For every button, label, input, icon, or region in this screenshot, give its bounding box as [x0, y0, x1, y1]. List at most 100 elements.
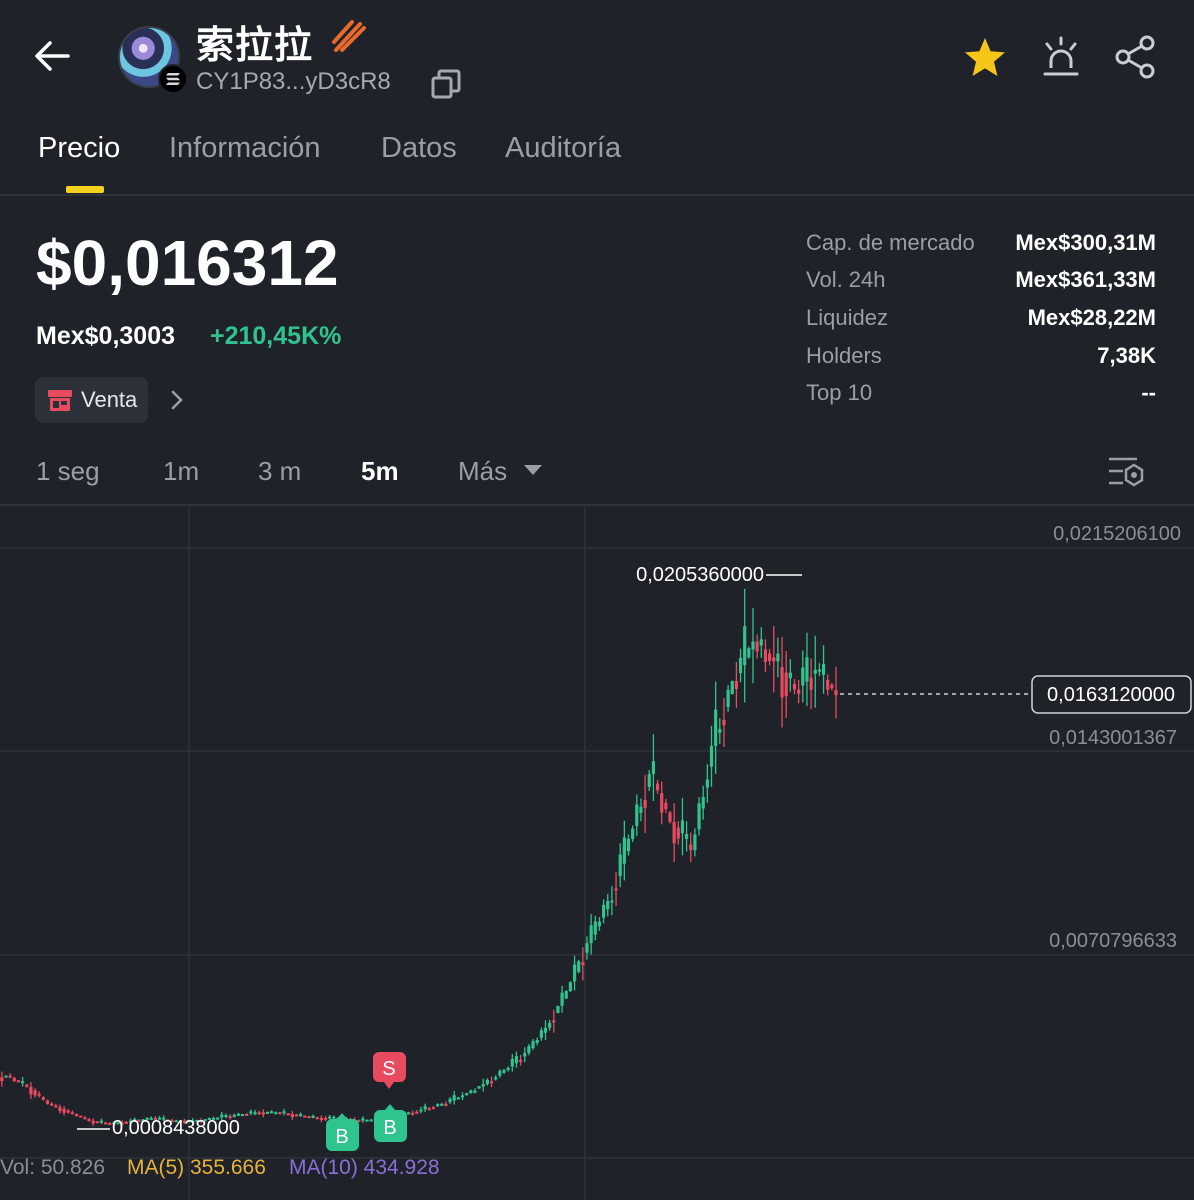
candle-body	[610, 900, 614, 903]
candle-body	[50, 1103, 54, 1106]
candle-body	[41, 1097, 45, 1100]
share-icon[interactable]	[1110, 32, 1160, 82]
back-button[interactable]	[26, 30, 78, 82]
candle-body	[593, 921, 597, 935]
candle-body	[768, 653, 772, 661]
volume-legend-ma10: MA(10) 434.928	[289, 1156, 440, 1179]
candle-body	[270, 1111, 274, 1114]
candle-body	[776, 653, 780, 662]
candle-body	[294, 1114, 299, 1117]
tab-informacion[interactable]: Información	[169, 132, 321, 165]
stat-value-liquidity: Mex$28,22M	[1027, 305, 1156, 330]
sell-button[interactable]: Venta	[35, 377, 148, 423]
candle-body	[614, 888, 618, 891]
candle-body	[639, 806, 643, 813]
chart-settings-icon[interactable]	[1106, 454, 1146, 490]
interval-1s[interactable]: 1 seg	[36, 456, 100, 487]
candle-body	[668, 812, 672, 822]
tabs-divider	[0, 194, 1194, 196]
tab-datos[interactable]: Datos	[381, 132, 457, 165]
candle-body	[747, 648, 751, 658]
stat-value-top10: --	[1141, 380, 1156, 405]
candle-body	[249, 1111, 253, 1114]
svg-text:S: S	[382, 1058, 395, 1080]
price-alert-icon[interactable]	[1036, 32, 1086, 82]
candle-body	[299, 1114, 303, 1117]
candle-body	[655, 783, 660, 791]
sell-marker[interactable]: S	[373, 1052, 406, 1089]
candle-body	[685, 833, 689, 839]
candle-body	[257, 1112, 261, 1115]
candle-body	[680, 820, 685, 834]
candle-body	[730, 681, 734, 695]
hot-flame-icon	[330, 16, 368, 59]
candle-body	[33, 1090, 37, 1096]
candle-body	[0, 1077, 4, 1082]
candle-body	[693, 834, 697, 851]
shop-icon	[48, 390, 72, 411]
candle-body	[568, 982, 572, 992]
sell-button-label: Venta	[81, 387, 138, 412]
candle-body	[240, 1114, 245, 1117]
buy-marker[interactable]: B	[374, 1104, 407, 1142]
candle-body	[805, 657, 809, 682]
copy-icon[interactable]	[428, 66, 464, 102]
chart-grid	[0, 506, 1194, 1200]
candlestick-series	[0, 588, 838, 1126]
current-price-label: 0,0163120000	[1047, 684, 1175, 706]
candle-body	[585, 943, 589, 953]
candle-body	[726, 689, 730, 707]
candle-body	[606, 900, 610, 910]
candle-body	[469, 1090, 473, 1094]
stat-value-volume: Mex$361,33M	[1015, 267, 1156, 292]
candle-body	[780, 666, 784, 698]
candle-body	[303, 1115, 307, 1118]
candle-body	[29, 1086, 33, 1095]
stat-label-volume: Vol. 24h	[806, 267, 886, 292]
candle-body	[436, 1104, 440, 1107]
low-price-label: 0,0008438000	[112, 1117, 240, 1139]
candle-body	[809, 677, 813, 690]
candle-body	[365, 1119, 369, 1122]
candle-body	[62, 1108, 66, 1113]
candle-body	[755, 641, 759, 652]
candle-body	[689, 844, 693, 851]
candle-body	[813, 669, 817, 674]
candle-body	[4, 1075, 8, 1078]
candle-body	[21, 1081, 25, 1084]
candle-body	[332, 1116, 336, 1119]
candle-body	[527, 1046, 531, 1054]
candle-body	[797, 689, 801, 694]
candle-body	[473, 1090, 477, 1093]
svg-text:B: B	[335, 1126, 348, 1148]
high-price-label: 0,0205360000	[636, 564, 764, 586]
candle-body	[743, 626, 747, 666]
candle-body	[572, 964, 577, 982]
price-change: +210,45K%	[210, 322, 342, 350]
candle-body	[718, 729, 722, 733]
interval-3m[interactable]: 3 m	[258, 456, 301, 487]
price-local: Mex$0,3003	[36, 322, 176, 350]
candle-body	[45, 1100, 50, 1104]
tab-precio[interactable]: Precio	[38, 132, 120, 165]
candle-body	[709, 745, 714, 767]
tab-auditoria[interactable]: Auditoría	[505, 132, 621, 165]
candle-body	[274, 1112, 278, 1115]
chevron-right-icon[interactable]	[164, 386, 190, 414]
stat-value-market-cap: Mex$300,31M	[1015, 230, 1156, 255]
candle-body	[99, 1120, 104, 1123]
candle-body	[763, 649, 768, 662]
token-name: 索拉拉	[196, 25, 314, 67]
candle-body	[494, 1077, 498, 1080]
price-chart[interactable]: 0,0215206100 0,0143001367 0,0070796633 0…	[0, 506, 1194, 1200]
favorite-star-icon[interactable]	[960, 34, 1010, 80]
candle-body	[456, 1097, 460, 1100]
interval-more[interactable]: Más	[458, 456, 507, 487]
stat-label-top10: Top 10	[806, 380, 873, 405]
candle-body	[16, 1080, 21, 1083]
candle-body	[664, 802, 668, 810]
candle-body	[25, 1084, 29, 1087]
interval-5m[interactable]: 5m	[361, 456, 399, 487]
interval-1m[interactable]: 1m	[163, 456, 199, 487]
candle-body	[431, 1107, 436, 1110]
